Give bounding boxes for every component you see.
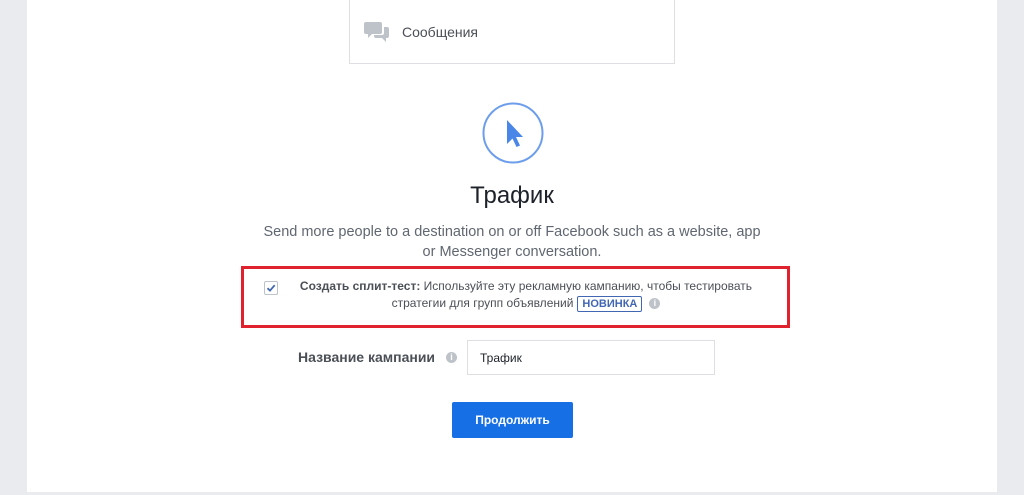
cursor-arrow-icon: [482, 102, 544, 164]
campaign-name-input[interactable]: [467, 340, 715, 375]
info-icon[interactable]: i: [446, 352, 457, 363]
split-test-label-bold: Создать сплит-тест:: [299, 279, 421, 293]
checkmark-icon: [266, 284, 276, 292]
split-test-label-text: Используйте эту рекламную кампанию, чтоб…: [391, 279, 753, 310]
objective-description: Send more people to a destination on or …: [263, 224, 761, 260]
continue-button[interactable]: Продолжить: [452, 402, 573, 438]
new-badge: НОВИНКА: [577, 296, 643, 312]
objective-title: Трафик: [470, 182, 554, 209]
objective-card-messages[interactable]: Сообщения: [349, 0, 675, 64]
info-icon[interactable]: i: [649, 298, 661, 310]
chat-bubbles-icon: [364, 20, 390, 44]
objective-card-label: Сообщения: [402, 24, 478, 40]
campaign-name-label: Название кампании: [298, 349, 436, 365]
split-test-checkbox[interactable]: [264, 281, 278, 295]
split-test-text: Создать сплит-тест: Используйте эту рекл…: [286, 278, 766, 312]
